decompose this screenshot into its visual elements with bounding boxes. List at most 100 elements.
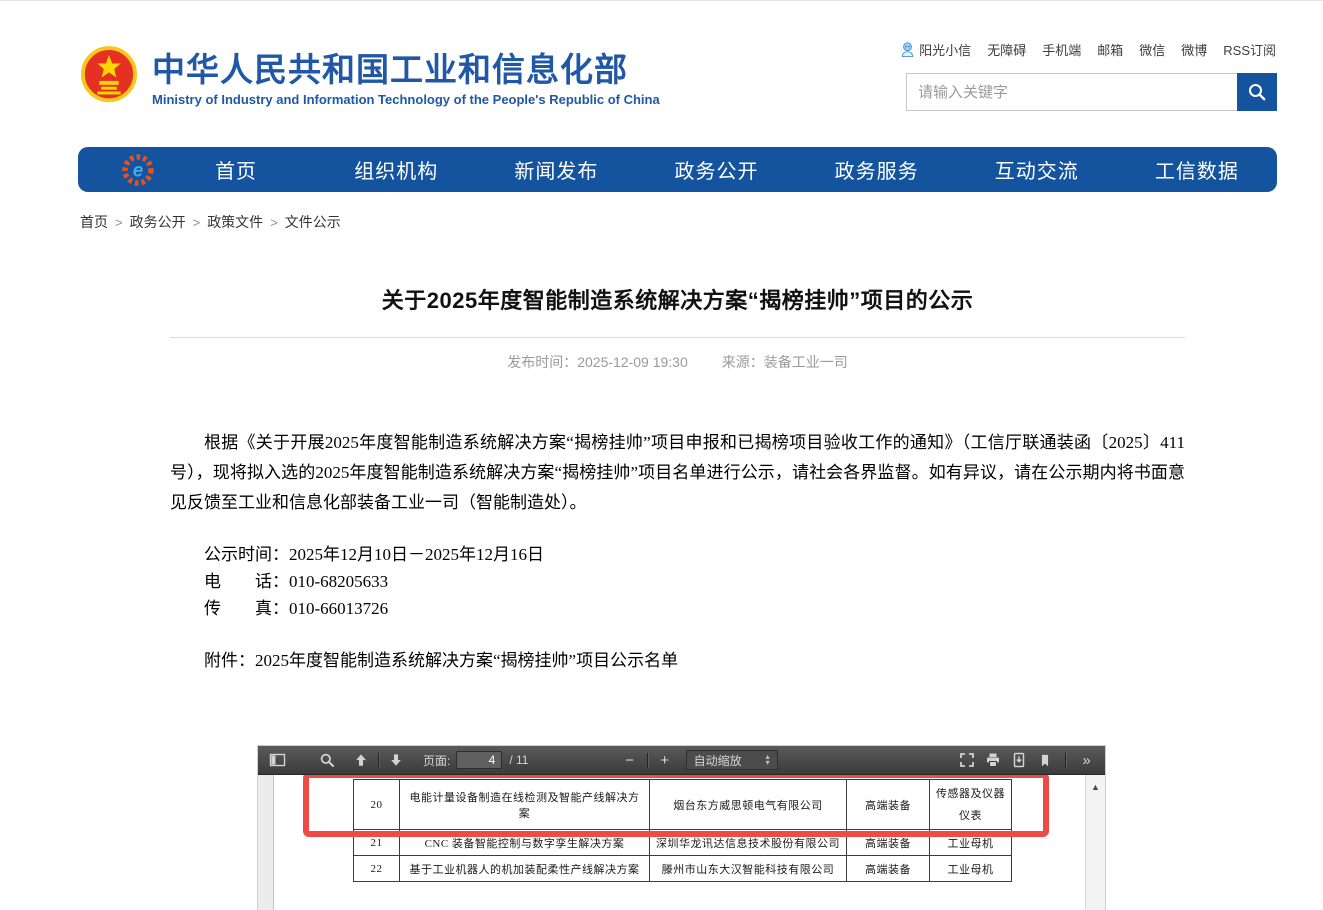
find-icon (319, 752, 335, 768)
toolbar-right-group: » (954, 748, 1099, 772)
zoom-in-icon: + (660, 752, 669, 769)
breadcrumb-separator: > (115, 215, 123, 230)
more-tools-icon: » (1082, 752, 1089, 769)
page-number-label: 页面: (423, 752, 450, 769)
article-paragraph: 根据《关于开展2025年度智能制造系统解决方案“揭榜挂帅”项目申报和已揭榜项目验… (170, 428, 1185, 518)
search-button[interactable] (1237, 73, 1277, 111)
pdf-scrollbar[interactable]: ▲ (1085, 775, 1105, 910)
title-divider (170, 337, 1185, 338)
nav-item-miit-data[interactable]: 工信数据 (1117, 155, 1277, 184)
zoom-scale-select[interactable]: 自动缩放 ▴ ▾ (686, 750, 778, 770)
toolbar-left-group: 页面: / 11 (264, 748, 528, 772)
site-title: 中华人民共和国工业和信息化部 (152, 51, 660, 89)
scrollbar-up-icon[interactable]: ▲ (1086, 775, 1105, 792)
sidebar-toggle-icon (269, 752, 286, 768)
cell-field: 高端装备 (847, 856, 930, 882)
pdf-viewer: 页面: / 11 − + 自动缩放 ▴ ▾ (258, 746, 1105, 910)
article-meta: 发布时间：2025-12-09 19:30 来源：装备工业一司 (170, 352, 1185, 372)
svg-text:e: e (133, 160, 144, 181)
article-info-lines: 公示时间：2025年12月10日－2025年12月16日 电 话：010-682… (170, 541, 1185, 622)
page-count: / 11 (509, 753, 528, 767)
cell-project: 基于工业机器人的机加装配柔性产线解决方案 (400, 856, 650, 882)
pdf-toolbar: 页面: / 11 − + 自动缩放 ▴ ▾ (258, 746, 1105, 775)
breadcrumb-separator: > (270, 215, 278, 230)
find-button[interactable] (314, 748, 340, 772)
quick-link-accessibility[interactable]: 无障碍 (987, 40, 1026, 59)
breadcrumb-file-publicity[interactable]: 文件公示 (285, 212, 341, 232)
pdf-content-area: 20 电能计量设备制造在线检测及智能产线解决方案 烟台东方威思顿电气有限公司 高… (258, 775, 1105, 910)
source-label: 来源： (722, 354, 764, 370)
more-tools-button[interactable]: » (1073, 748, 1099, 772)
national-emblem-icon (80, 41, 138, 117)
publish-time-label: 发布时间： (507, 354, 577, 370)
select-spinner-icon: ▴ ▾ (766, 754, 770, 766)
toolbar-zoom-group: − + 自动缩放 ▴ ▾ (617, 748, 778, 772)
site-title-block: 中华人民共和国工业和信息化部 Ministry of Industry and … (152, 51, 660, 108)
quick-link-weibo[interactable]: 微博 (1181, 40, 1207, 59)
fax-line: 传 真：010-66013726 (170, 595, 1185, 622)
attachment-line: 附件：2025年度智能制造系统解决方案“揭榜挂帅”项目公示名单 (170, 647, 1185, 674)
breadcrumb-gov-openness[interactable]: 政务公开 (130, 212, 186, 232)
publicity-period-line: 公示时间：2025年12月10日－2025年12月16日 (170, 541, 1185, 568)
bookmark-button[interactable] (1032, 748, 1058, 772)
search-box (906, 73, 1277, 111)
zoom-out-button[interactable]: − (617, 748, 643, 772)
page-down-button[interactable] (383, 748, 409, 772)
zoom-out-icon: − (625, 752, 634, 769)
page-root: 中华人民共和国工业和信息化部 Ministry of Industry and … (0, 0, 1323, 910)
mascot-icon (900, 41, 915, 59)
quick-link-rss[interactable]: RSS订阅 (1223, 40, 1276, 59)
nav-items: 首页 组织机构 新闻发布 政务公开 政务服务 互动交流 工信数据 (156, 155, 1277, 184)
site-subtitle: Ministry of Industry and Information Tec… (152, 92, 660, 107)
zoom-in-button[interactable]: + (652, 748, 678, 772)
article-body: 根据《关于开展2025年度智能制造系统解决方案“揭榜挂帅”项目申报和已揭榜项目验… (170, 428, 1185, 518)
nav-item-organization[interactable]: 组织机构 (316, 155, 476, 184)
source-value: 装备工业一司 (764, 354, 848, 370)
sidebar-toggle-button[interactable] (264, 748, 290, 772)
table-row-22: 22 基于工业机器人的机加装配柔性产线解决方案 滕州市山东大汉智能科技有限公司 … (354, 856, 1012, 882)
nav-item-gov-services[interactable]: 政务服务 (797, 155, 957, 184)
download-icon (1011, 752, 1027, 768)
miit-gear-logo-icon: e (120, 152, 156, 188)
print-icon (985, 752, 1001, 768)
breadcrumb-separator: > (193, 215, 201, 230)
cell-company: 滕州市山东大汉智能科技有限公司 (650, 856, 847, 882)
breadcrumb-home[interactable]: 首页 (80, 212, 108, 232)
main-nav: e 首页 组织机构 新闻发布 政务公开 政务服务 互动交流 工信数据 (78, 147, 1277, 192)
search-icon (1247, 82, 1267, 102)
nav-item-gov-openness[interactable]: 政务公开 (636, 155, 796, 184)
search-input[interactable] (906, 73, 1237, 111)
page-up-button[interactable] (348, 748, 374, 772)
presentation-mode-icon (959, 752, 975, 768)
nav-item-news[interactable]: 新闻发布 (476, 155, 636, 184)
spinner-down-icon: ▾ (766, 760, 770, 766)
phone-line: 电 话：010-68205633 (170, 568, 1185, 595)
zoom-scale-value: 自动缩放 (694, 752, 742, 769)
article: 关于2025年度智能制造系统解决方案“揭榜挂帅”项目的公示 发布时间：2025-… (170, 283, 1185, 674)
page-title: 关于2025年度智能制造系统解决方案“揭榜挂帅”项目的公示 (170, 283, 1185, 315)
toolbar-separator (1065, 753, 1066, 768)
quick-links: 阳光小信 无障碍 手机端 邮箱 微信 微博 RSS订阅 (900, 40, 1276, 59)
nav-item-home[interactable]: 首页 (156, 155, 316, 184)
cell-category: 工业母机 (930, 856, 1012, 882)
publish-time-value: 2025-12-09 19:30 (577, 354, 688, 370)
quick-link-label: 阳光小信 (919, 40, 971, 59)
quick-link-mail[interactable]: 邮箱 (1097, 40, 1123, 59)
print-button[interactable] (980, 748, 1006, 772)
presentation-mode-button[interactable] (954, 748, 980, 772)
toolbar-separator (378, 753, 379, 768)
quick-link-mobile[interactable]: 手机端 (1042, 40, 1081, 59)
page-down-icon (389, 753, 403, 767)
breadcrumb: 首页 > 政务公开 > 政策文件 > 文件公示 (80, 212, 341, 232)
toolbar-separator (647, 753, 648, 768)
download-button[interactable] (1006, 748, 1032, 772)
quick-link-yangguangxiaoxin[interactable]: 阳光小信 (900, 40, 971, 59)
breadcrumb-policy-files[interactable]: 政策文件 (207, 212, 263, 232)
page-number-input[interactable] (456, 751, 502, 769)
nav-item-interaction[interactable]: 互动交流 (957, 155, 1117, 184)
page-up-icon (354, 753, 368, 767)
highlight-annotation (303, 775, 1049, 837)
bookmark-icon (1038, 753, 1052, 768)
quick-link-wechat[interactable]: 微信 (1139, 40, 1165, 59)
site-logo[interactable]: 中华人民共和国工业和信息化部 Ministry of Industry and … (80, 41, 660, 117)
